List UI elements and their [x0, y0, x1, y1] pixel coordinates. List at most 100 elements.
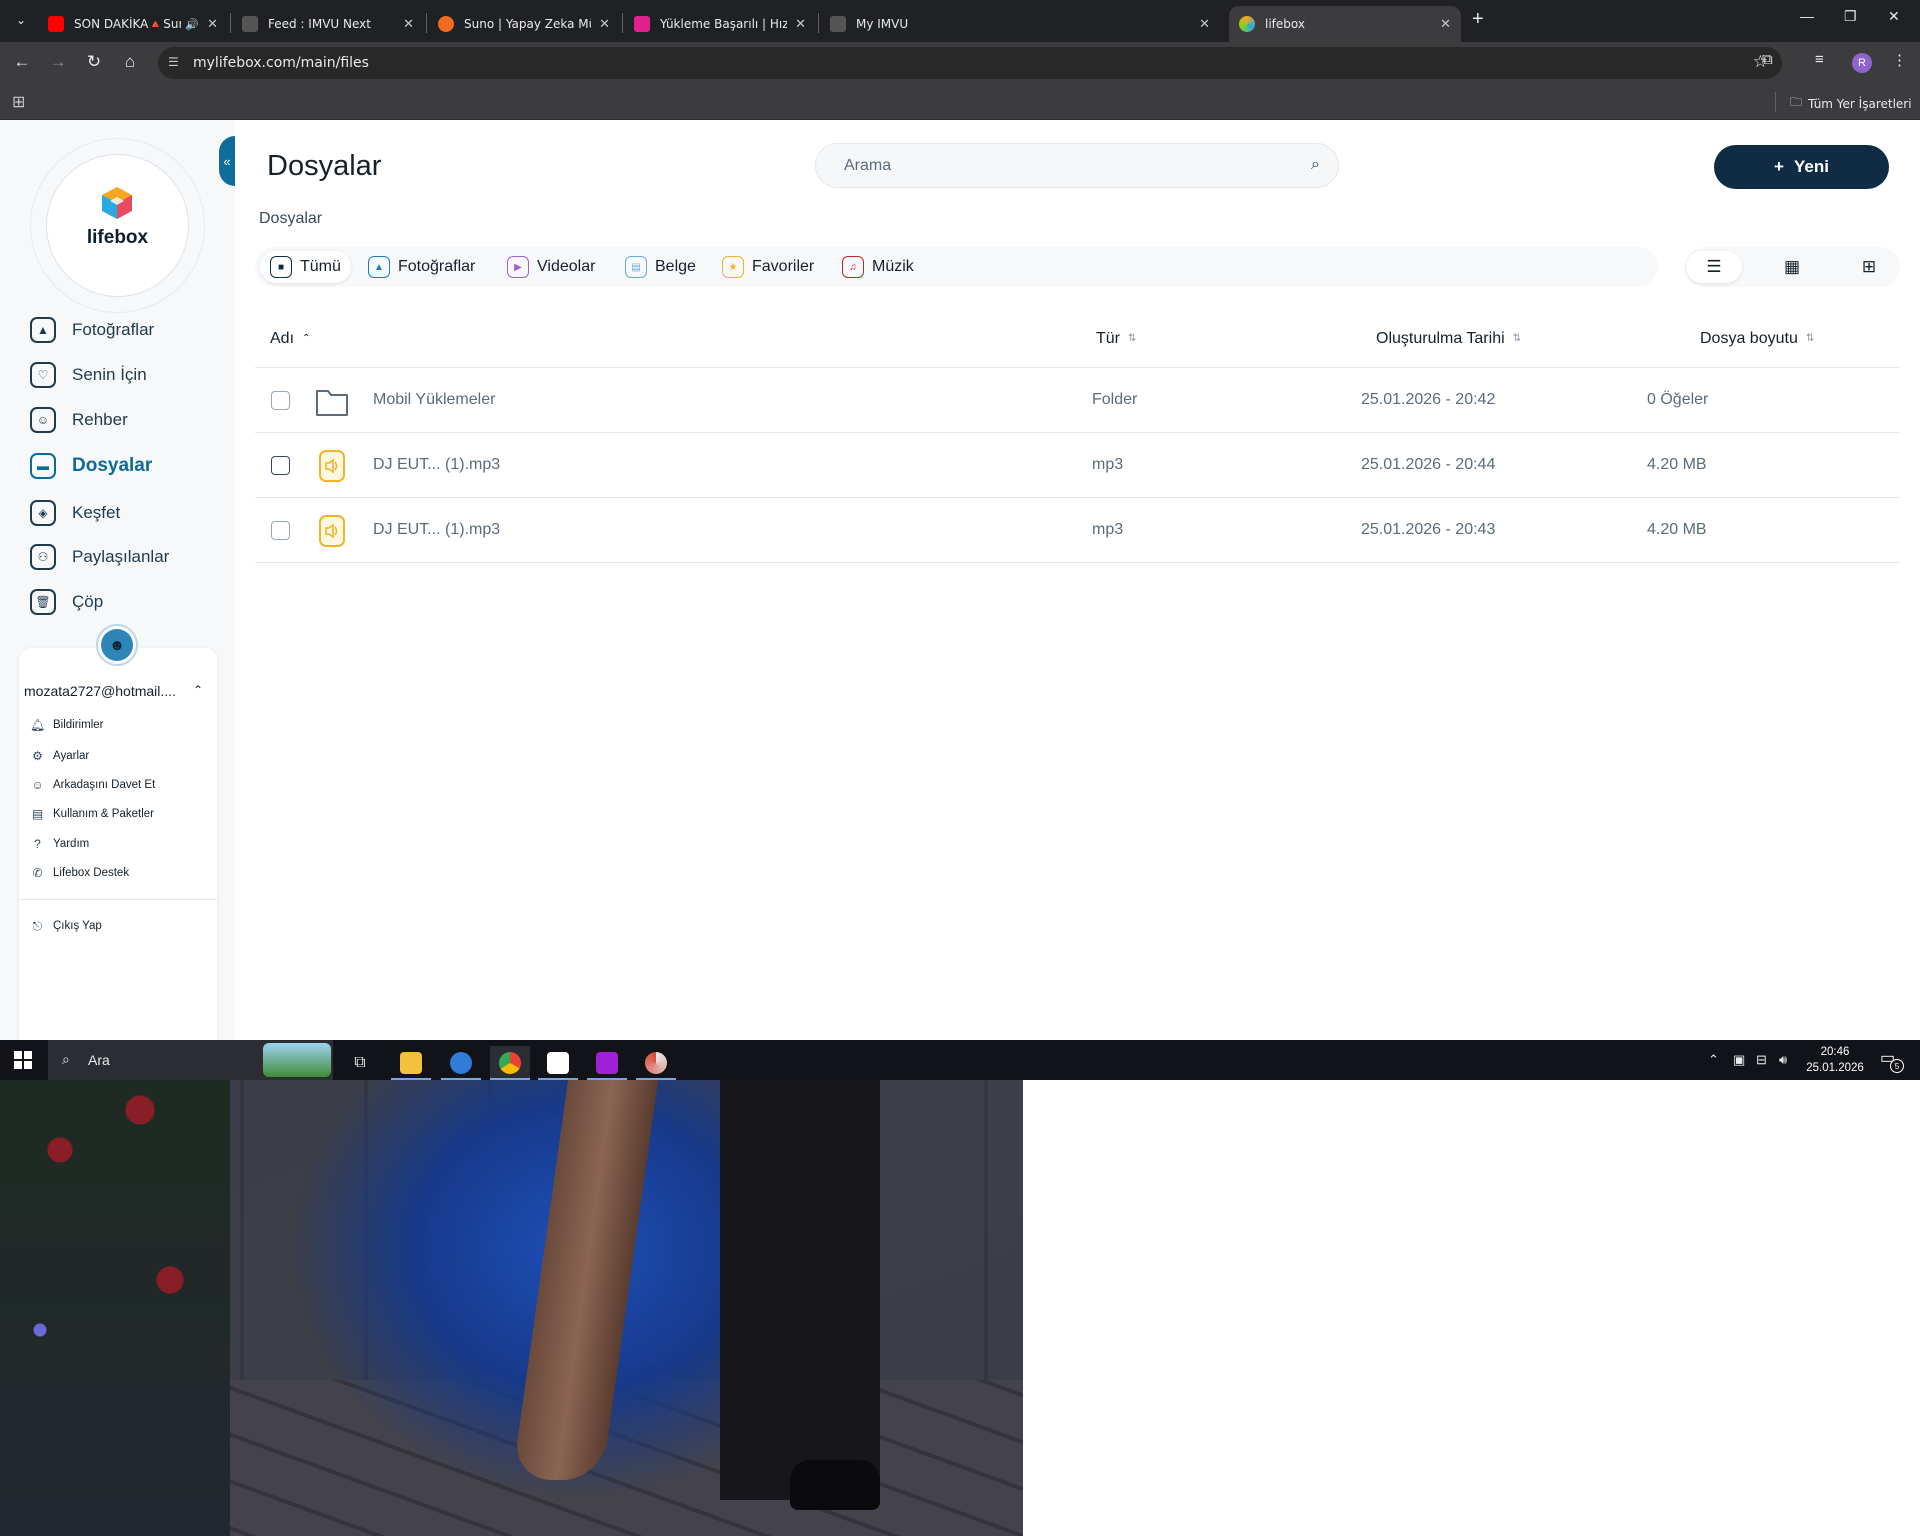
tab-suno[interactable]: Suno | Yapay Zeka Müziği ✕ [428, 6, 620, 42]
menu-usage[interactable]: ▤ Kullanım & Paketler [30, 805, 154, 823]
new-tab-button[interactable]: + [1472, 8, 1484, 31]
filter-documents[interactable]: ▤ Belge [615, 251, 706, 283]
grid-view-icon[interactable]: ▦ [1764, 251, 1820, 283]
volume-icon[interactable]: 🔊︎ [1779, 1052, 1787, 1068]
close-tab-icon[interactable]: ✕ [795, 17, 806, 32]
imvu-app-icon[interactable] [538, 1046, 578, 1080]
nav-files[interactable]: ▬ Dosyalar [30, 451, 152, 481]
filter-favorites[interactable]: ★ Favoriler [712, 251, 824, 283]
file-name[interactable]: Mobil Yüklemeler [373, 391, 495, 409]
close-tab-icon[interactable]: ✕ [599, 17, 610, 32]
back-icon[interactable]: ← [11, 52, 33, 72]
file-explorer-icon[interactable] [391, 1046, 431, 1080]
user-email[interactable]: mozata2727@hotmail.... [24, 683, 184, 699]
filter-videos[interactable]: ▶ Videolar [497, 251, 605, 283]
extensions-icon[interactable]: ⧉ [1762, 51, 1773, 68]
close-tab-icon[interactable]: ✕ [207, 17, 218, 32]
nav-explore[interactable]: ◈ Keşfet [30, 498, 120, 528]
tab-imvu-feed[interactable]: Feed : IMVU Next ✕ [232, 6, 424, 42]
home-icon[interactable]: ⌂ [119, 52, 141, 72]
sort-icon[interactable]: ⇅ [1513, 334, 1521, 344]
restore-icon[interactable]: ❐ [1844, 8, 1857, 25]
row-checkbox[interactable] [271, 391, 290, 410]
browser-tab-bar: ⌄ SON DAKİKA🔺Suriye'de M 🔊 ✕ Feed : IMVU… [0, 0, 1920, 42]
collapse-sidebar-button[interactable]: « [219, 136, 235, 186]
black-shoe [790, 1460, 880, 1510]
menu-logout[interactable]: ⎋ Çıkış Yap [30, 917, 102, 935]
picsart-app-icon[interactable] [587, 1046, 627, 1080]
taskbar-search-box[interactable]: ⌕ Ara [48, 1040, 333, 1080]
tab-youtube[interactable]: SON DAKİKA🔺Suriye'de M 🔊 ✕ [38, 6, 228, 42]
sort-icon[interactable]: ⇅ [1806, 334, 1814, 344]
network-icon[interactable]: ⊟ [1756, 1052, 1767, 1068]
tab-hizliresim[interactable]: Yükleme Başarılı | HızlıResim ✕ [624, 6, 816, 42]
nav-trash[interactable]: 🗑 Çöp [30, 587, 103, 617]
tab-search-icon[interactable]: ⌄ [10, 9, 32, 31]
breadcrumb[interactable]: Dosyalar [259, 210, 322, 228]
large-grid-view-icon[interactable]: ⊞ [1841, 251, 1897, 283]
table-row[interactable]: DJ EUT... (1).mp3 mp3 25.01.2026 - 20:43… [255, 498, 1900, 563]
all-bookmarks-button[interactable]: 🗀 Tüm Yer İşaretleri [1790, 93, 1912, 114]
menu-invite[interactable]: ☺ Arkadaşını Davet Et [30, 776, 155, 794]
file-name[interactable]: DJ EUT... (1).mp3 [373, 521, 500, 539]
row-checkbox[interactable] [271, 521, 290, 540]
windows-start-icon[interactable] [14, 1051, 32, 1069]
media-control-icon[interactable]: ≡ [1815, 51, 1824, 68]
new-button[interactable]: + Yeni [1714, 145, 1889, 189]
minimize-icon[interactable]: — [1800, 8, 1814, 24]
search-highlight-image[interactable] [263, 1043, 331, 1077]
column-header-size[interactable]: Dosya boyutu ⇅ [1700, 330, 1814, 348]
close-tab-icon[interactable]: ✕ [1199, 17, 1210, 32]
lifebox-logo-icon[interactable] [99, 185, 135, 221]
filter-photos[interactable]: ▲ Fotoğraflar [358, 251, 485, 283]
chevron-up-icon[interactable]: ⌃ [193, 683, 203, 697]
nav-photos[interactable]: ▲ Fotoğraflar [30, 315, 154, 345]
sort-icon[interactable]: ⇅ [1128, 334, 1136, 344]
avatar[interactable]: ☻ [96, 624, 138, 666]
menu-support[interactable]: ✆ Lifebox Destek [30, 864, 129, 882]
column-header-name[interactable]: Adı ⌃ [270, 330, 310, 348]
apps-grid-icon[interactable]: ⊞ [12, 92, 25, 112]
profile-avatar[interactable]: R [1852, 53, 1872, 73]
column-header-date[interactable]: Oluşturulma Tarihi ⇅ [1376, 330, 1521, 348]
tray-chevron-up-icon[interactable]: ⌃ [1708, 1052, 1719, 1068]
search-input[interactable]: Arama ⌕ [815, 143, 1339, 188]
row-checkbox[interactable] [271, 456, 290, 475]
tab-my-imvu[interactable]: My IMVU ✕ [820, 6, 1220, 42]
close-tab-icon[interactable]: ✕ [1440, 17, 1451, 32]
list-view-icon[interactable]: ☰ [1686, 251, 1742, 283]
address-bar[interactable]: ☰ mylifebox.com/main/files ☆ [158, 47, 1782, 79]
close-window-icon[interactable]: ✕ [1888, 8, 1900, 25]
meet-now-icon[interactable]: ▣ [1733, 1052, 1745, 1068]
tab-lifebox[interactable]: lifebox ✕ [1229, 6, 1461, 42]
mail-app-icon[interactable] [441, 1046, 481, 1080]
task-view-icon[interactable]: ⧉ [340, 1046, 380, 1080]
sort-asc-icon[interactable]: ⌃ [302, 334, 310, 344]
column-header-type[interactable]: Tür ⇅ [1096, 330, 1136, 348]
imvu-favicon-icon [242, 16, 258, 32]
contacts-icon: ☺ [30, 407, 56, 433]
nav-shared[interactable]: ⚇ Paylaşılanlar [30, 542, 169, 572]
recorder-app-icon[interactable] [636, 1046, 676, 1080]
system-clock[interactable]: 20:46 25.01.2026 [1800, 1044, 1870, 1076]
menu-settings[interactable]: ⚙ Ayarlar [30, 747, 89, 765]
nav-contacts[interactable]: ☺ Rehber [30, 405, 128, 435]
forward-icon[interactable]: → [47, 52, 69, 72]
table-row[interactable]: DJ EUT... (1).mp3 mp3 25.01.2026 - 20:44… [255, 433, 1900, 498]
file-name[interactable]: DJ EUT... (1).mp3 [373, 456, 500, 474]
nav-for-you[interactable]: ♡ Senin İçin [30, 360, 147, 390]
reload-icon[interactable]: ↻ [83, 52, 105, 72]
table-row[interactable]: Mobil Yüklemeler Folder 25.01.2026 - 20:… [255, 368, 1900, 433]
filter-all[interactable]: ■ Tümü [260, 251, 351, 283]
chrome-icon[interactable] [490, 1046, 530, 1080]
browser-menu-icon[interactable]: ⋮ [1892, 51, 1907, 69]
search-icon[interactable]: ⌕ [1311, 156, 1320, 174]
menu-help[interactable]: ? Yardım [30, 835, 89, 853]
filter-music[interactable]: ♫ Müzik [832, 251, 924, 283]
site-info-icon[interactable]: ☰ [168, 55, 179, 69]
url-text[interactable]: mylifebox.com/main/files [193, 55, 369, 71]
menu-notifications[interactable]: 🔔︎ Bildirimler [30, 716, 103, 734]
audio-playing-icon[interactable]: 🔊 [185, 18, 199, 31]
close-tab-icon[interactable]: ✕ [403, 17, 414, 32]
logo-text[interactable]: lifebox [0, 227, 235, 249]
